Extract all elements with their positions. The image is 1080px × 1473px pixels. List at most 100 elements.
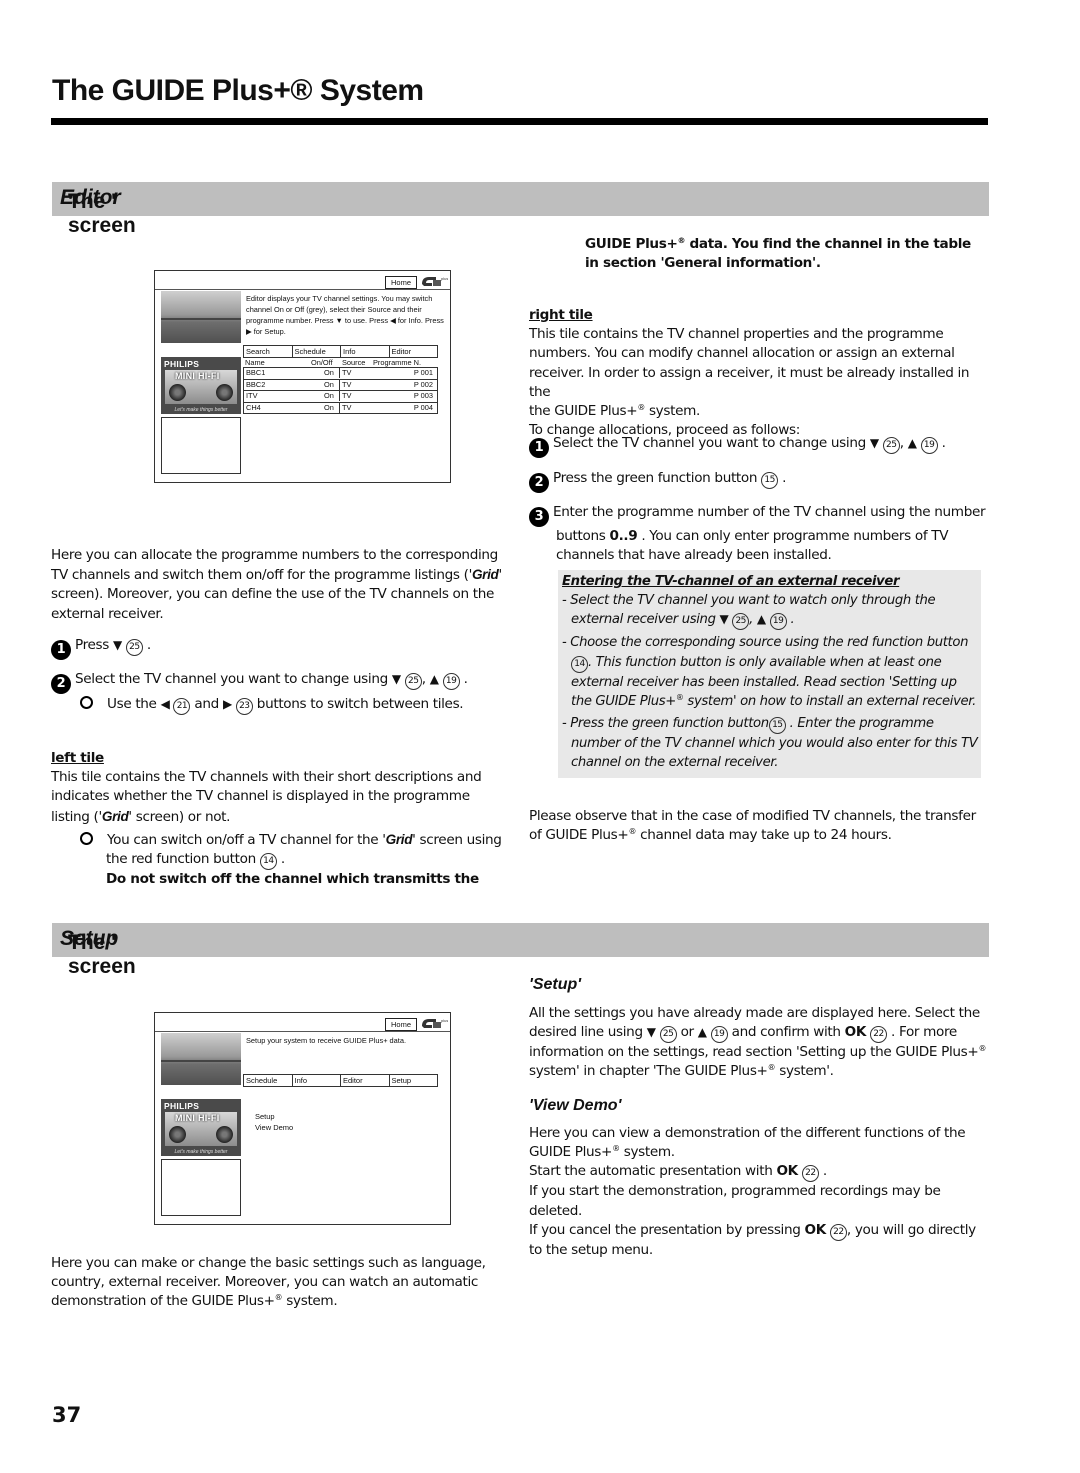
button-ref-19: 19: [710, 1026, 728, 1044]
bullet-text: and: [194, 696, 219, 712]
step-2: 2 Select the TV channel you want to chang…: [51, 670, 511, 694]
registered-mark: ®: [677, 236, 686, 245]
channel-onoff: On: [324, 379, 334, 389]
view-demo-text: Here you can view a demonstration of the…: [529, 1124, 989, 1260]
info-box: [161, 417, 241, 474]
channel-onoff: On: [324, 391, 334, 400]
heading-suffix: ' screen: [68, 931, 136, 978]
bullet-text: buttons to switch between tiles.: [256, 696, 464, 712]
channel-name: ITV: [246, 391, 258, 400]
step-number: 2: [529, 473, 549, 493]
heading-suffix: ' screen: [68, 190, 136, 237]
button-ref-25: 25: [659, 1026, 677, 1044]
note-heading: Entering the TV-channel of an external r…: [562, 574, 900, 589]
registered-mark: ®: [612, 1144, 620, 1154]
bullet-icon: [80, 696, 93, 709]
tab-schedule[interactable]: Schedule: [244, 1075, 293, 1086]
right-tile-text: This tile contains the TV channel proper…: [529, 326, 970, 400]
text: Start the automatic presentation with: [529, 1163, 773, 1180]
button-ref-22: 22: [829, 1223, 847, 1241]
external-receiver-note: Entering the TV-channel of an external r…: [558, 570, 981, 778]
channel-programme: P 003: [413, 391, 433, 400]
text: - Choose the corresponding source using …: [562, 635, 969, 651]
section-heading-setup: The ' Setup ' screen: [52, 923, 989, 978]
button-ref-14: 14: [259, 853, 277, 871]
tab-schedule[interactable]: Schedule: [293, 346, 341, 357]
text: system.: [619, 1144, 675, 1161]
text: and confirm with: [731, 1024, 841, 1041]
text: in section 'General information'.: [585, 255, 821, 272]
tab-search[interactable]: Search: [244, 346, 293, 357]
speaker-icon: [169, 1126, 186, 1143]
text: Here you can make or change the basic se…: [51, 1255, 486, 1310]
menu-item-setup[interactable]: Setup: [255, 1111, 293, 1122]
section-heading-editor: The ' Editor ' screen: [52, 182, 989, 237]
bullet-text: Use the: [107, 696, 157, 712]
tv-preview-image: [161, 1033, 241, 1085]
channel-source: TV: [339, 379, 351, 390]
text: the GUIDE Plus+: [529, 403, 638, 420]
text: system' in chapter 'The GUIDE Plus+: [529, 1063, 768, 1080]
grid-term: Grid: [471, 567, 499, 583]
step-number: 1: [51, 640, 71, 660]
ok-key: OK: [804, 1221, 827, 1238]
tab-setup[interactable]: Setup: [390, 1075, 438, 1086]
channel-row[interactable]: CH4 On TV P 004: [243, 401, 438, 414]
home-button[interactable]: Home: [385, 1018, 417, 1031]
top-divider: [155, 289, 450, 290]
button-ref-15: 15: [768, 717, 786, 735]
down-arrow-icon: ▼: [719, 612, 729, 627]
ad-product-image: MINI HI-FI: [165, 370, 237, 404]
step-number: 1: [529, 438, 549, 458]
up-arrow-icon: ▲: [756, 612, 766, 627]
editor-tv-screen: Home plus PHILIPS MINI HI-FI Let's make …: [154, 270, 451, 483]
left-tile-bullet: You can switch on/off a TV channel for t…: [80, 830, 505, 889]
page-title: The GUIDE Plus+® System: [52, 74, 424, 107]
ad-tagline: Let's make things better: [174, 1149, 228, 1155]
button-ref-19: 19: [442, 673, 460, 690]
right-step-1: 1 Select the TV channel you want to chang…: [529, 434, 989, 458]
tab-info[interactable]: Info: [341, 346, 390, 357]
tab-editor[interactable]: Editor: [390, 346, 438, 357]
channel-name: BBC2: [246, 379, 266, 389]
step-text: Press: [75, 637, 110, 653]
menu-item-view-demo[interactable]: View Demo: [255, 1122, 293, 1133]
svg-text:plus: plus: [441, 1018, 448, 1023]
punct: ,: [899, 435, 904, 451]
tab-info[interactable]: Info: [293, 1075, 341, 1086]
button-ref-25: 25: [125, 639, 143, 656]
text: You can switch on/off a TV channel for t…: [107, 832, 386, 848]
button-ref-23: 23: [235, 698, 253, 715]
top-divider: [155, 1031, 450, 1032]
grid-term: Grid: [385, 832, 413, 847]
right-step-3: 3 Enter the programme number of the TV ch…: [529, 503, 989, 565]
setup-item-text: All the settings you have already made a…: [529, 1004, 989, 1082]
bullet-icon: [80, 832, 93, 845]
punct: .: [146, 637, 151, 653]
setup-menu: Setup View Demo: [255, 1111, 293, 1133]
channel-programme: P 001: [413, 368, 433, 377]
punct: .: [782, 470, 787, 486]
step-text: Select the TV channel you want to change…: [75, 671, 388, 687]
screen-tabs: Search Schedule Info Editor: [243, 345, 438, 358]
up-arrow-icon: ▲: [429, 672, 439, 686]
guide-plus-logo-icon: plus: [420, 1017, 448, 1030]
ok-key: OK: [776, 1163, 798, 1180]
punct: ,: [749, 612, 754, 628]
text: or: [680, 1024, 695, 1041]
home-button[interactable]: Home: [385, 276, 417, 289]
button-ref-19: 19: [920, 437, 938, 454]
text: - Press the green function button: [562, 716, 769, 732]
down-arrow-icon: ▼: [113, 638, 122, 652]
channel-programme: P 002: [413, 379, 433, 389]
warning-text: Do not switch off the channel which tran…: [106, 871, 479, 888]
punct: .: [280, 851, 285, 868]
number-keys: 0..9: [609, 528, 638, 544]
ad-tagline: Let's make things better: [174, 407, 228, 413]
svg-text:plus: plus: [441, 276, 448, 281]
page-number: 37: [52, 1403, 82, 1427]
title-rule: [51, 118, 988, 125]
tab-editor[interactable]: Editor: [341, 1075, 390, 1086]
sub-bullet: Use the ◀ 21 and ▶ 23 buttons to switch …: [80, 695, 510, 715]
screen-description: Editor displays your TV channel settings…: [246, 294, 444, 336]
